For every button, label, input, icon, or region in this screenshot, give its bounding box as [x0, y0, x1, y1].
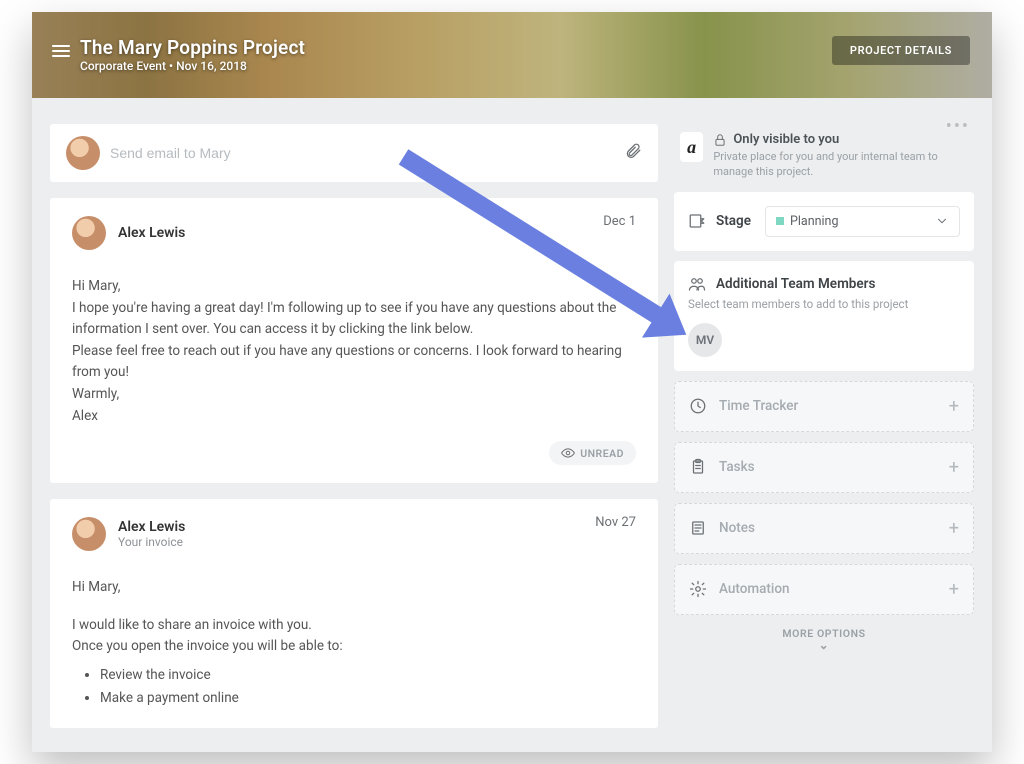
body-line: I would like to share an invoice with yo…: [72, 615, 636, 637]
message-card[interactable]: Alex Lewis Your invoice Nov 27 Hi Mary, …: [50, 499, 658, 728]
module-label: Tasks: [719, 459, 937, 475]
clock-icon: [689, 397, 707, 415]
more-menu-icon[interactable]: •••: [946, 116, 970, 137]
tasks-module[interactable]: Tasks +: [674, 442, 974, 493]
team-icon: [688, 275, 706, 293]
message-subject: Your invoice: [118, 535, 185, 549]
lock-icon: [713, 133, 727, 147]
visibility-desc: Private place for you and your internal …: [713, 149, 968, 180]
compose-email[interactable]: [50, 124, 658, 182]
time-tracker-module[interactable]: Time Tracker +: [674, 381, 974, 432]
stage-color-icon: [776, 217, 784, 225]
signoff: Alex: [72, 406, 636, 428]
compose-input[interactable]: [110, 145, 614, 161]
project-subtitle: Corporate Event • Nov 16, 2018: [80, 59, 305, 73]
project-header: The Mary Poppins Project Corporate Event…: [32, 12, 992, 98]
body: Alex Lewis Dec 1 Hi Mary, I hope you're …: [32, 98, 992, 752]
list-item: Review the invoice: [100, 664, 636, 687]
signoff: Warmly,: [72, 384, 636, 406]
stage-label: Stage: [716, 213, 751, 229]
sender-name: Alex Lewis: [118, 519, 185, 535]
gear-icon: [689, 580, 707, 598]
message-body: Hi Mary, I hope you're having a great da…: [72, 276, 636, 427]
module-label: Automation: [719, 581, 937, 597]
stage-value: Planning: [790, 214, 839, 229]
greeting: Hi Mary,: [72, 276, 636, 298]
plus-icon: +: [949, 579, 959, 600]
list-item: Make a payment online: [100, 687, 636, 710]
chevron-down-icon: [935, 214, 949, 228]
project-title: The Mary Poppins Project: [80, 36, 305, 59]
avatar: [72, 216, 106, 250]
team-title: Additional Team Members: [716, 276, 875, 292]
message-body: Hi Mary, I would like to share an invoic…: [72, 577, 636, 710]
body-line: Please feel free to reach out if you hav…: [72, 341, 636, 384]
plus-icon: +: [949, 396, 959, 417]
menu-icon[interactable]: [52, 42, 70, 60]
more-options[interactable]: MORE OPTIONS ⌄: [674, 625, 974, 656]
project-details-button[interactable]: PROJECT DETAILS: [832, 36, 970, 65]
stage-icon: [688, 212, 706, 230]
unread-badge[interactable]: UNREAD: [549, 441, 636, 465]
team-panel: Additional Team Members Select team memb…: [674, 261, 974, 371]
greeting: Hi Mary,: [72, 577, 636, 599]
notes-icon: [689, 519, 707, 537]
project-shell: The Mary Poppins Project Corporate Event…: [32, 12, 992, 752]
module-label: Notes: [719, 520, 937, 536]
body-line: Once you open the invoice you will be ab…: [72, 636, 636, 658]
plus-icon: +: [949, 518, 959, 539]
message-card[interactable]: Alex Lewis Dec 1 Hi Mary, I hope you're …: [50, 198, 658, 483]
workspace-logo: a: [680, 132, 703, 162]
chevron-down-icon: ⌄: [674, 638, 974, 652]
stage-panel: Stage Planning: [674, 192, 974, 251]
right-sidebar: ••• a Only visible to you Private place …: [674, 124, 974, 656]
module-label: Time Tracker: [719, 398, 937, 414]
unread-label: UNREAD: [580, 447, 624, 460]
team-desc: Select team members to add to this proje…: [688, 297, 960, 311]
stage-select[interactable]: Planning: [765, 206, 960, 237]
attach-icon[interactable]: [624, 142, 642, 165]
plus-icon: +: [949, 457, 959, 478]
sender-name: Alex Lewis: [118, 225, 185, 241]
left-column: Alex Lewis Dec 1 Hi Mary, I hope you're …: [50, 124, 658, 728]
avatar: [72, 517, 106, 551]
notes-module[interactable]: Notes +: [674, 503, 974, 554]
visibility-title-text: Only visible to you: [733, 132, 839, 147]
message-date: Nov 27: [595, 515, 636, 530]
clipboard-icon: [689, 458, 707, 476]
visibility-title: Only visible to you: [713, 132, 968, 147]
message-date: Dec 1: [603, 214, 636, 229]
body-line: I hope you're having a great day! I'm fo…: [72, 298, 636, 341]
automation-module[interactable]: Automation +: [674, 564, 974, 615]
title-block: The Mary Poppins Project Corporate Event…: [80, 36, 305, 73]
avatar: [66, 136, 100, 170]
eye-icon: [561, 446, 575, 460]
visibility-box: a Only visible to you Private place for …: [674, 124, 974, 192]
team-member-avatar[interactable]: MV: [688, 323, 722, 357]
